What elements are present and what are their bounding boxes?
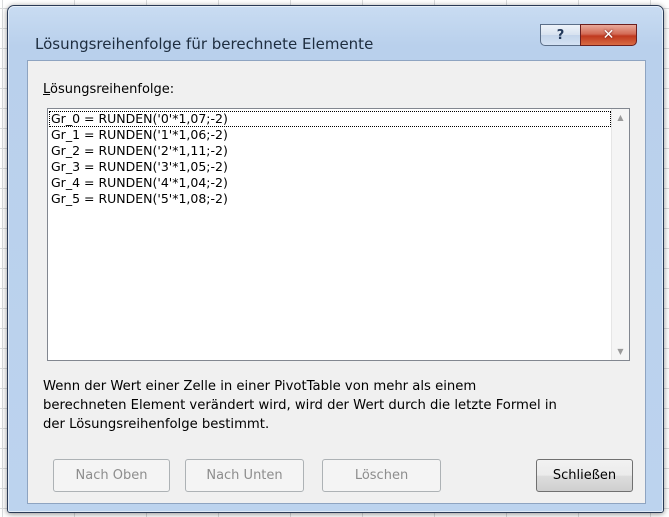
close-button[interactable]: Schließen <box>536 459 633 492</box>
solve-order-list-items: Gr_0 = RUNDEN('0'*1,07;-2) Gr_1 = RUNDEN… <box>49 111 611 207</box>
list-item[interactable]: Gr_4 = RUNDEN('4'*1,04;-2) <box>49 175 611 191</box>
dialog-client-area: Lösungsreihenfolge: Gr_0 = RUNDEN('0'*1,… <box>27 60 646 504</box>
solve-order-label: Lösungsreihenfolge: <box>43 82 174 97</box>
move-up-button[interactable]: Nach Oben <box>53 459 170 492</box>
delete-button[interactable]: Löschen <box>322 459 441 492</box>
list-item[interactable]: Gr_5 = RUNDEN('5'*1,08;-2) <box>49 191 611 207</box>
help-icon: ? <box>556 27 565 43</box>
dialog-title: Lösungsreihenfolge für berechnete Elemen… <box>35 35 374 53</box>
close-icon: ✕ <box>602 27 615 43</box>
explanation-line: berechneten Element verändert wird, wird… <box>43 398 557 413</box>
help-button[interactable]: ? <box>540 24 580 46</box>
solve-order-dialog: Lösungsreihenfolge für berechnete Elemen… <box>7 5 664 513</box>
vertical-scrollbar[interactable]: ▲ ▼ <box>611 109 629 360</box>
scroll-up-icon[interactable]: ▲ <box>612 109 629 126</box>
scroll-down-icon[interactable]: ▼ <box>612 343 629 360</box>
move-down-button[interactable]: Nach Unten <box>185 459 304 492</box>
list-item[interactable]: Gr_1 = RUNDEN('1'*1,06;-2) <box>49 127 611 143</box>
list-item[interactable]: Gr_3 = RUNDEN('3'*1,05;-2) <box>49 159 611 175</box>
solve-order-label-text: ösungsreihenfolge: <box>50 82 175 97</box>
explanation-line: der Lösungsreihenfolge bestimmt. <box>43 417 270 432</box>
explanation-text: Wenn der Wert einer Zelle in einer Pivot… <box>43 377 643 434</box>
solve-order-listbox[interactable]: Gr_0 = RUNDEN('0'*1,07;-2) Gr_1 = RUNDEN… <box>47 108 630 361</box>
list-item[interactable]: Gr_2 = RUNDEN('2'*1,11;-2) <box>49 143 611 159</box>
close-window-button[interactable]: ✕ <box>580 24 637 46</box>
list-item[interactable]: Gr_0 = RUNDEN('0'*1,07;-2) <box>49 111 611 127</box>
explanation-line: Wenn der Wert einer Zelle in einer Pivot… <box>43 379 477 394</box>
solve-order-label-accelerator: L <box>43 82 51 97</box>
